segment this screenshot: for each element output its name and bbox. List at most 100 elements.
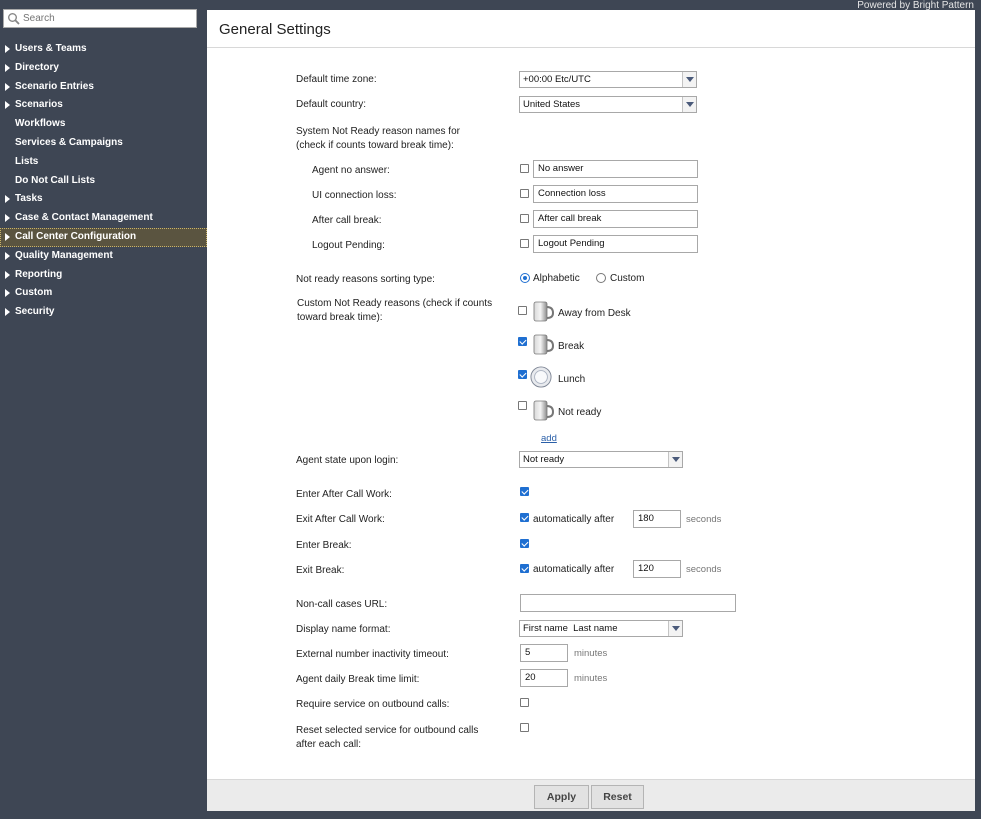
nav-item-label: Security [15, 306, 55, 318]
nav-item-label: Custom [15, 287, 53, 299]
agent-no-answer-checkbox[interactable] [520, 164, 529, 173]
break-limit-input[interactable]: 20 [520, 669, 568, 687]
exit-acw-seconds-input[interactable]: 180 [633, 510, 681, 528]
enter-break-checkbox[interactable] [520, 539, 529, 548]
expand-arrow-icon [5, 270, 10, 279]
reset-service-checkbox[interactable] [520, 723, 529, 732]
enter-acw-checkbox[interactable] [520, 487, 529, 496]
search-icon [8, 12, 20, 25]
chevron-down-icon [682, 72, 696, 87]
agent-state-select[interactable]: Not ready [519, 451, 683, 468]
ui-connection-loss-checkbox[interactable] [520, 189, 529, 198]
custom-nr-header-2: toward break time): [297, 312, 383, 323]
system-nr-header: System Not Ready reason names for [296, 126, 460, 137]
not-ready-checkbox[interactable] [518, 401, 527, 410]
expand-arrow-icon [5, 63, 10, 72]
sorting-label: Not ready reasons sorting type: [296, 274, 435, 285]
nav-item-call-center-configuration[interactable]: Call Center Configuration [0, 227, 207, 247]
break-limit-unit: minutes [574, 673, 608, 684]
display-name-value: First name Last name [523, 623, 618, 634]
nav-item-tasks[interactable]: Tasks [0, 190, 207, 209]
nav-item-quality-management[interactable]: Quality Management [0, 247, 207, 266]
nav-item-label: Tasks [15, 193, 43, 205]
nav-item-lists[interactable]: Lists [0, 153, 207, 172]
nav-item-label: Case & Contact Management [15, 212, 153, 224]
exit-acw-unit: seconds [686, 514, 722, 525]
agent-no-answer-input[interactable]: No answer [533, 160, 698, 178]
logout-pending-label: Logout Pending: [312, 240, 385, 251]
non-call-url-input[interactable] [520, 594, 736, 612]
display-name-select[interactable]: First name Last name [519, 620, 683, 637]
after-call-break-label: After call break: [312, 215, 382, 226]
nav-item-label: Reporting [15, 268, 63, 280]
nav-item-label: Users & Teams [15, 43, 87, 54]
nav-item-custom[interactable]: Custom [0, 284, 207, 303]
nav-item-workflows[interactable]: Workflows [0, 115, 207, 134]
nav-item-label: Directory [15, 61, 59, 73]
expand-arrow-icon [5, 251, 10, 260]
away-from-desk-checkbox[interactable] [518, 306, 527, 315]
add-reason-link[interactable]: add [541, 433, 557, 444]
country-label: Default country: [296, 99, 367, 110]
expand-arrow-icon [5, 232, 10, 241]
nav-item-reporting[interactable]: Reporting [0, 266, 207, 285]
country-select[interactable]: United States [519, 96, 697, 113]
sorting-custom-radio[interactable] [596, 273, 606, 283]
nav-item-users-teams[interactable]: Users & Teams [0, 40, 207, 59]
away-from-desk-label: Away from Desk [558, 308, 631, 319]
exit-acw-label: Exit After Call Work: [296, 514, 385, 525]
chevron-down-icon [668, 621, 682, 636]
nav-item-scenario-entries[interactable]: Scenario Entries [0, 78, 207, 97]
reset-service-label-2: after each call: [296, 739, 362, 750]
nav-item-label: Workflows [15, 118, 66, 130]
nav-item-scenarios[interactable]: Scenarios [0, 96, 207, 115]
mug-icon [533, 334, 554, 355]
exit-break-seconds-input[interactable]: 120 [633, 560, 681, 578]
time-zone-value: +00:00 Etc/UTC [523, 74, 591, 85]
custom-nr-header: Custom Not Ready reasons (check if count… [297, 298, 493, 309]
footer-bar: Apply Reset [207, 779, 975, 811]
nav-item-security[interactable]: Security [0, 303, 207, 322]
sorting-alphabetic-radio[interactable] [520, 273, 530, 283]
after-call-break-input[interactable]: After call break [533, 210, 698, 228]
reset-service-label: Reset selected service for outbound call… [296, 725, 479, 736]
search-box[interactable] [3, 9, 197, 28]
break-checkbox[interactable] [518, 337, 527, 346]
after-call-break-checkbox[interactable] [520, 214, 529, 223]
logout-pending-checkbox[interactable] [520, 239, 529, 248]
agent-state-value: Not ready [523, 454, 565, 465]
non-call-url-label: Non-call cases URL: [296, 599, 388, 610]
mug-icon [533, 301, 554, 322]
country-value: United States [523, 99, 581, 110]
title-bar: General Settings [207, 10, 975, 48]
exit-break-label: Exit Break: [296, 565, 345, 576]
nav-item-label: Call Center Configuration [15, 230, 137, 242]
nav-item-directory[interactable]: Directory [0, 59, 207, 78]
nav-item-label: Quality Management [15, 249, 113, 261]
ui-connection-loss-input[interactable]: Connection loss [533, 185, 698, 203]
exit-acw-checkbox[interactable] [520, 513, 529, 522]
exit-break-text: automatically after [533, 564, 615, 575]
sorting-alphabetic-label: Alphabetic [533, 273, 580, 284]
nav-item-case-contact-management[interactable]: Case & Contact Management [0, 209, 207, 228]
require-service-label: Require service on outbound calls: [296, 699, 450, 710]
nav-item-label: Lists [15, 155, 39, 167]
ext-timeout-unit: minutes [574, 648, 608, 659]
search-input[interactable] [23, 13, 193, 24]
nav-item-services-campaigns[interactable]: Services & Campaigns [0, 134, 207, 153]
exit-break-checkbox[interactable] [520, 564, 529, 573]
system-nr-header-2: (check if counts toward break time): [296, 140, 454, 151]
expand-arrow-icon [5, 45, 10, 53]
lunch-label: Lunch [558, 374, 586, 385]
expand-arrow-icon [5, 308, 10, 317]
reset-button[interactable]: Reset [591, 785, 644, 809]
apply-button[interactable]: Apply [534, 785, 589, 809]
lunch-checkbox[interactable] [518, 370, 527, 379]
logout-pending-input[interactable]: Logout Pending [533, 235, 698, 253]
nav-item-do-not-call-lists[interactable]: Do Not Call Lists [0, 172, 207, 191]
expand-arrow-icon [5, 82, 10, 91]
require-service-checkbox[interactable] [520, 698, 529, 707]
ext-timeout-input[interactable]: 5 [520, 644, 568, 662]
nav-item-label: Scenarios [15, 99, 63, 111]
time-zone-select[interactable]: +00:00 Etc/UTC [519, 71, 697, 88]
